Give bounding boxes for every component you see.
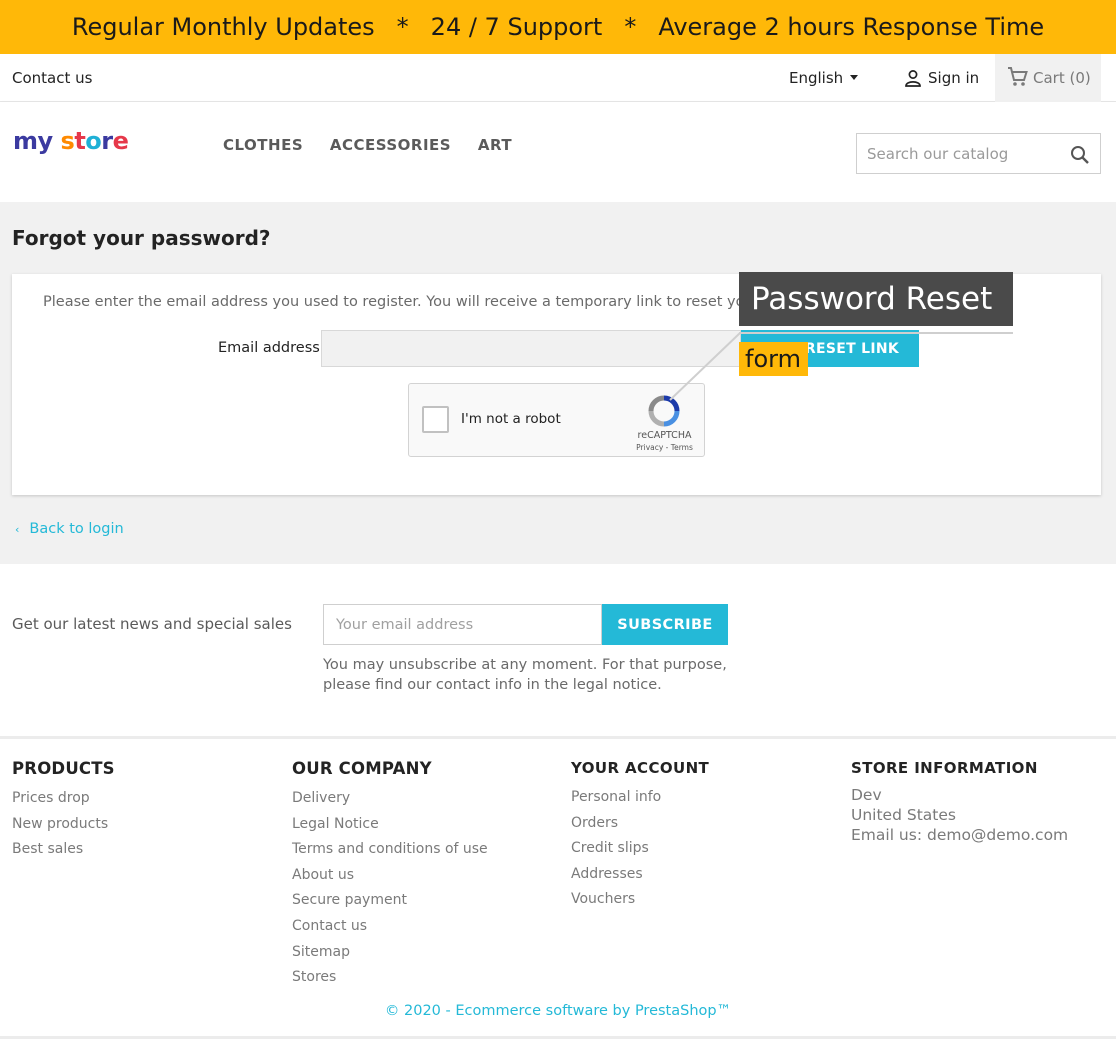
cart-icon <box>1008 67 1028 86</box>
recaptcha-terms[interactable]: Privacy - Terms <box>627 443 702 452</box>
annotation-tag: form <box>739 342 808 376</box>
cart-label: Cart (0) <box>1033 69 1091 87</box>
back-to-login-label: Back to login <box>29 521 124 537</box>
email-field[interactable] <box>321 330 741 367</box>
store-logo[interactable]: my store <box>13 127 129 155</box>
back-to-login-link[interactable]: ‹ Back to login <box>15 521 124 537</box>
recaptcha-brand: reCAPTCHA <box>637 430 692 441</box>
newsletter-section: Get our latest news and special sales SU… <box>0 564 1116 736</box>
subscribe-button[interactable]: SUBSCRIBE <box>602 604 728 645</box>
language-label: English <box>789 69 844 87</box>
search-input[interactable] <box>857 134 1057 173</box>
footer-link[interactable]: Sitemap <box>292 940 488 966</box>
recaptcha-checkbox[interactable] <box>422 406 449 433</box>
sign-in-link[interactable]: Sign in <box>904 54 979 102</box>
search-box <box>856 133 1101 174</box>
promo-response-time: Average 2 hours Response Time <box>658 13 1045 41</box>
search-icon[interactable] <box>1070 145 1090 165</box>
email-label: Email address <box>218 340 320 356</box>
store-info-line: United States <box>851 806 956 824</box>
caret-down-icon <box>850 75 859 80</box>
footer-link[interactable]: Vouchers <box>571 887 709 913</box>
footer-account-title: YOUR ACCOUNT <box>571 759 710 777</box>
top-nav: Contact us English Sign in Cart (0) <box>0 54 1116 102</box>
footer-link[interactable]: Terms and conditions of use <box>292 837 488 863</box>
footer-store-title: STORE INFORMATION <box>851 759 1038 777</box>
store-info-line: Email us: demo@demo.com <box>851 826 1069 844</box>
footer-link[interactable]: Delivery <box>292 786 488 812</box>
footer-link[interactable]: Orders <box>571 811 709 837</box>
copyright-link[interactable]: © 2020 - Ecommerce software by PrestaSho… <box>0 1003 1116 1019</box>
menu-item-accessories[interactable]: ACCESSORIES <box>330 136 451 154</box>
language-selector[interactable]: English <box>789 54 859 102</box>
footer-link[interactable]: Addresses <box>571 862 709 888</box>
main-content: Forgot your password? Please enter the e… <box>0 202 1116 564</box>
recaptcha-logo-icon <box>648 395 680 427</box>
promo-support: 24 / 7 Support <box>430 13 603 41</box>
bottom-divider <box>0 1036 1116 1039</box>
instructions-text: Please enter the email address you used … <box>43 294 783 310</box>
store-info-line: Dev <box>851 786 882 804</box>
annotation-underline <box>739 332 1013 334</box>
footer-link[interactable]: Legal Notice <box>292 812 488 838</box>
footer-link[interactable]: Personal info <box>571 785 709 811</box>
site-footer: PRODUCTS Prices drop New products Best s… <box>0 736 1116 1064</box>
menu-item-clothes[interactable]: CLOTHES <box>223 136 303 154</box>
recaptcha-widget: I'm not a robot reCAPTCHA Privacy - Term… <box>408 383 705 457</box>
chevron-left-icon: ‹ <box>15 523 20 536</box>
footer-link[interactable]: Best sales <box>12 837 115 863</box>
cart-button[interactable]: Cart (0) <box>995 54 1101 102</box>
main-menu: CLOTHES ACCESSORIES ART <box>223 136 533 154</box>
footer-company-title: OUR COMPANY <box>292 759 432 778</box>
promo-separator: * <box>624 13 637 41</box>
footer-link[interactable]: Stores <box>292 965 488 991</box>
annotation-title: Password Reset <box>739 272 1013 326</box>
footer-company: OUR COMPANY Delivery Legal Notice Terms … <box>292 759 488 991</box>
newsletter-email-input[interactable] <box>323 604 602 645</box>
footer-link[interactable]: About us <box>292 863 488 889</box>
footer-link[interactable]: New products <box>12 812 115 838</box>
footer-link[interactable]: Contact us <box>292 914 488 940</box>
site-header: my store CLOTHES ACCESSORIES ART <box>0 102 1116 202</box>
footer-store-info: STORE INFORMATION Dev United States Emai… <box>851 759 1068 845</box>
promo-separator: * <box>396 13 409 41</box>
page-title: Forgot your password? <box>12 226 271 250</box>
footer-products: PRODUCTS Prices drop New products Best s… <box>12 759 115 863</box>
recaptcha-label: I'm not a robot <box>461 411 561 427</box>
footer-link[interactable]: Secure payment <box>292 888 488 914</box>
newsletter-text: Get our latest news and special sales <box>12 615 292 633</box>
footer-account: YOUR ACCOUNT Personal info Orders Credit… <box>571 759 709 913</box>
user-icon <box>905 70 921 87</box>
promo-bar: Regular Monthly Updates * 24 / 7 Support * A… <box>0 0 1116 54</box>
footer-products-title: PRODUCTS <box>12 759 115 778</box>
newsletter-note: You may unsubscribe at any moment. For t… <box>323 657 727 693</box>
footer-link[interactable]: Prices drop <box>12 786 115 812</box>
promo-monthly-updates: Regular Monthly Updates <box>71 13 375 41</box>
footer-link[interactable]: Credit slips <box>571 836 709 862</box>
contact-us-link[interactable]: Contact us <box>12 54 92 102</box>
sign-in-label: Sign in <box>928 69 980 87</box>
menu-item-art[interactable]: ART <box>478 136 512 154</box>
